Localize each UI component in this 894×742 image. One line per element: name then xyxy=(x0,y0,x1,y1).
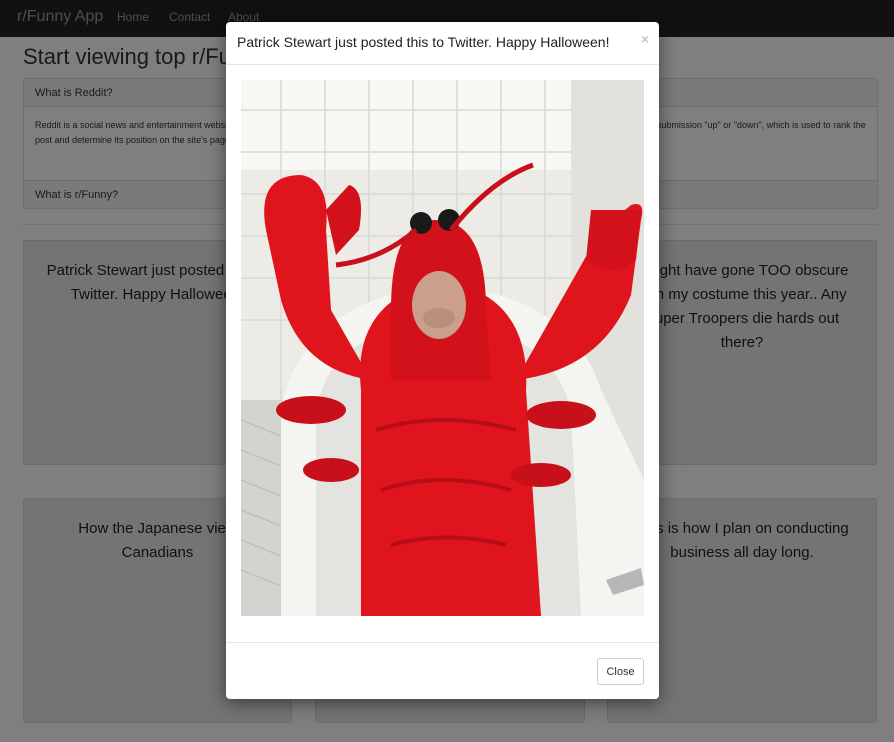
modal-footer: Close xyxy=(226,642,659,699)
modal-header: Patrick Stewart just posted this to Twit… xyxy=(226,22,659,65)
close-button[interactable]: Close xyxy=(597,658,644,685)
modal-title: Patrick Stewart just posted this to Twit… xyxy=(237,34,610,50)
close-icon[interactable]: × xyxy=(641,31,649,47)
image-modal: Patrick Stewart just posted this to Twit… xyxy=(226,22,659,699)
photo-illustration xyxy=(241,80,644,616)
lobster-costume-photo xyxy=(241,80,644,616)
